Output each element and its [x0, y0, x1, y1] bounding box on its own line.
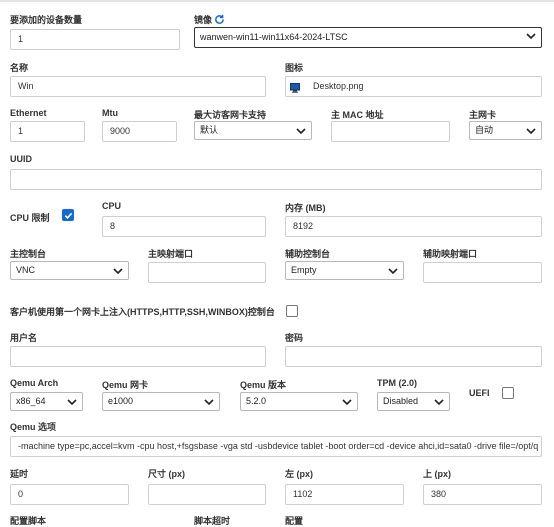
chevron-down-icon	[526, 128, 536, 135]
icon-label: 图标	[285, 63, 304, 73]
password-label: 密码	[285, 333, 304, 343]
uuid-input[interactable]	[10, 169, 542, 190]
chevron-down-icon	[67, 399, 77, 406]
main-nic-value: 自动	[475, 125, 494, 135]
main-console-value: VNC	[16, 265, 36, 275]
delay-label: 延时	[10, 469, 29, 479]
aux-console-label: 辅助控制台	[285, 249, 331, 259]
cpu-limit-label: CPU 限制	[10, 213, 50, 223]
chevron-down-icon	[204, 399, 214, 406]
qemu-version-select[interactable]: 5.2.0	[240, 392, 358, 411]
max-guest-nic-value: 默认	[200, 125, 219, 135]
max-guest-nic-label: 最大访客网卡支持	[194, 110, 267, 120]
chevron-down-icon	[434, 399, 444, 406]
chevron-down-icon	[526, 33, 536, 40]
chevron-down-icon	[342, 399, 352, 406]
aux-console-select[interactable]: Empty	[285, 261, 404, 280]
inject-console-checkbox[interactable]	[286, 305, 298, 317]
inject-console-label: 客户机使用第一个网卡上注入(HTTPS,HTTP,SSH,WINBOX)控制台	[10, 307, 275, 317]
uefi-checkbox[interactable]	[502, 387, 514, 399]
main-nic-select[interactable]: 自动	[469, 121, 542, 140]
delay-input[interactable]: 0	[10, 484, 129, 505]
qemu-version-value: 5.2.0	[246, 396, 267, 406]
size-input[interactable]	[148, 484, 266, 505]
main-mac-label: 主 MAC 地址	[331, 110, 384, 120]
top-divider	[0, 0, 554, 2]
qemu-version-label: Qemu 版本	[240, 380, 287, 390]
icon-field[interactable]: Desktop.png	[285, 76, 542, 97]
left-input[interactable]: 1102	[285, 484, 404, 505]
cpu-input[interactable]: 8	[102, 216, 266, 237]
tpm-select[interactable]: Disabled	[377, 392, 450, 411]
ethernet-input[interactable]: 1	[10, 121, 85, 142]
chevron-down-icon	[296, 128, 306, 135]
chevron-down-icon	[388, 268, 398, 275]
mtu-label: Mtu	[102, 108, 118, 118]
uefi-label: UEFI	[469, 388, 490, 398]
uuid-label: UUID	[10, 154, 32, 164]
qemu-options-label: Qemu 选项	[10, 422, 57, 432]
main-mac-input[interactable]	[331, 121, 450, 142]
qemu-arch-value: x86_64	[16, 396, 46, 406]
qemu-arch-select[interactable]: x86_64	[10, 392, 83, 411]
mtu-input[interactable]: 9000	[102, 121, 177, 142]
desktop-icon	[290, 80, 300, 98]
main-map-port-input[interactable]	[148, 262, 266, 283]
main-console-select[interactable]: VNC	[10, 261, 129, 280]
memory-label: 内存 (MB)	[285, 203, 326, 213]
aux-map-port-input[interactable]	[423, 262, 542, 283]
check-icon	[64, 212, 73, 220]
size-label: 尺寸 (px)	[148, 469, 185, 479]
password-input[interactable]	[285, 346, 542, 367]
cpu-limit-checkbox[interactable]	[62, 209, 74, 221]
chevron-down-icon	[113, 268, 123, 275]
memory-input[interactable]: 8192	[285, 216, 542, 237]
config-script-label: 配置脚本	[10, 516, 47, 526]
qemu-nic-select[interactable]: e1000	[102, 392, 220, 411]
main-nic-label: 主网卡	[469, 110, 497, 120]
left-label: 左 (px)	[285, 469, 313, 479]
script-timeout-label: 脚本超时	[194, 516, 231, 526]
tpm-value: Disabled	[383, 396, 419, 406]
icon-field-value: Desktop.png	[313, 81, 364, 91]
username-input[interactable]	[10, 346, 266, 367]
name-input[interactable]: Win	[10, 76, 266, 97]
image-select[interactable]: wanwen-win11-win11x64-2024-LTSC	[194, 27, 542, 48]
aux-console-value: Empty	[291, 265, 317, 275]
qemu-options-input[interactable]: -machine type=pc,accel=kvm -cpu host,+fs…	[10, 436, 542, 457]
ethernet-label: Ethernet	[10, 108, 47, 118]
qemu-nic-value: e1000	[108, 396, 134, 406]
main-map-port-label: 主映射端口	[148, 249, 194, 259]
name-label: 名称	[10, 63, 29, 73]
device-count-input[interactable]: 1	[10, 29, 180, 50]
image-label: 镜像	[194, 15, 213, 25]
main-console-label: 主控制台	[10, 249, 47, 259]
qemu-nic-label: Qemu 网卡	[102, 380, 149, 390]
aux-map-port-label: 辅助映射端口	[423, 249, 478, 259]
max-guest-nic-select[interactable]: 默认	[194, 121, 312, 140]
username-label: 用户名	[10, 333, 38, 343]
config-label: 配置	[285, 516, 304, 526]
image-select-value: wanwen-win11-win11x64-2024-LTSC	[200, 32, 348, 42]
device-count-label: 要添加的设备数量	[10, 15, 83, 25]
top-label: 上 (px)	[423, 469, 451, 479]
top-input[interactable]: 380	[423, 484, 542, 505]
qemu-arch-label: Qemu Arch	[10, 378, 59, 388]
tpm-label: TPM (2.0)	[377, 378, 418, 388]
cpu-label: CPU	[102, 201, 122, 211]
